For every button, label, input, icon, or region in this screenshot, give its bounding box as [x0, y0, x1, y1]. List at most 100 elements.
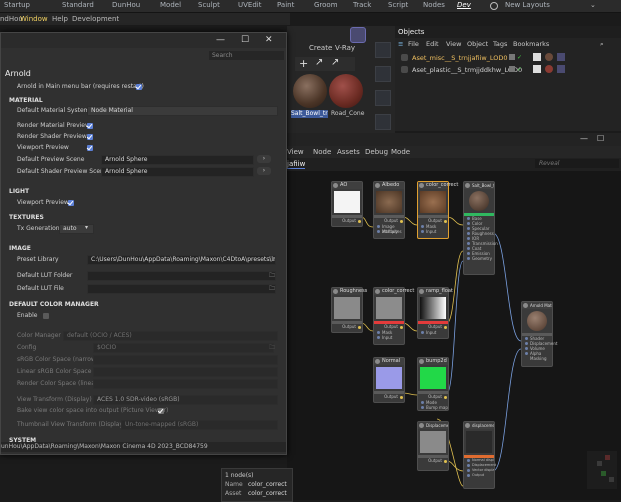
layout-tab[interactable]: Groom: [314, 1, 338, 9]
objects-menu-bookmarks[interactable]: Bookmarks: [513, 40, 549, 48]
node-input[interactable]: Input: [374, 335, 404, 340]
cube-icon[interactable]: [375, 42, 391, 58]
ne-menu-view[interactable]: View: [287, 148, 304, 156]
node-input[interactable]: Input: [418, 330, 448, 335]
node-ramp-float[interactable]: ramp_float Output Input: [417, 287, 453, 339]
chevron-down-icon[interactable]: ⌄: [590, 1, 596, 9]
objects-menu-tags[interactable]: Tags: [493, 40, 507, 48]
node-displacement-image[interactable]: Displacement Output: [417, 421, 449, 471]
layout-tab-active[interactable]: Dev: [457, 1, 471, 9]
objects-tab[interactable]: Objects: [398, 28, 424, 36]
search-input[interactable]: Search: [209, 51, 284, 60]
tx-generation-dropdown[interactable]: auto: [59, 224, 94, 234]
node-input[interactable]: Bump map: [418, 405, 448, 410]
maximize-icon[interactable]: ☐: [241, 35, 249, 45]
object-name[interactable]: Aset_misc__S_trnjjafiiw_LOD0: [412, 54, 508, 62]
node-output[interactable]: Output: [374, 394, 404, 400]
record-icon[interactable]: [350, 27, 366, 43]
layout-tab[interactable]: Track: [353, 1, 371, 9]
ne-menu-mode[interactable]: Mode: [391, 148, 410, 156]
tag-icon[interactable]: [557, 65, 565, 73]
node-standard-surface[interactable]: Salt_Bowl_trnjafiiw Stad... Base Color S…: [463, 181, 498, 275]
menu-icon[interactable]: ≡: [398, 40, 403, 48]
tag-icon[interactable]: [557, 53, 565, 61]
folder-icon[interactable]: 🗀: [269, 343, 278, 351]
preset-library-field[interactable]: C:\Users\DunHou\AppData\Roaming\Maxon\C4…: [87, 255, 276, 265]
menu-item[interactable]: Help: [52, 15, 68, 23]
folder-icon[interactable]: 🗀: [269, 255, 278, 263]
layout-tab[interactable]: Sculpt: [198, 1, 220, 9]
plus-icon[interactable]: +: [299, 57, 308, 70]
ne-menu-node[interactable]: Node: [313, 148, 331, 156]
minimize-icon[interactable]: —: [580, 134, 588, 143]
main-menu-checkbox[interactable]: [136, 84, 142, 90]
layout-tab[interactable]: New Layouts: [505, 1, 550, 9]
linear-srgb-dropdown[interactable]: [93, 367, 278, 377]
cube-icon[interactable]: [375, 90, 391, 106]
layout-tab[interactable]: Startup: [4, 1, 30, 9]
node-input[interactable]: Input: [418, 229, 448, 234]
node-color-correct[interactable]: color_correct Output Mask Input: [373, 287, 414, 345]
shader-preview-scene-button[interactable]: ›: [257, 167, 271, 175]
layout-tab[interactable]: Nodes: [423, 1, 445, 9]
object-name[interactable]: Aset_plastic__S_trmjjddkhw_LOD0: [412, 66, 522, 74]
objects-menu-file[interactable]: File: [408, 40, 419, 48]
material-tag-icon[interactable]: [545, 65, 553, 73]
bake-colorspace-checkbox[interactable]: [158, 408, 164, 414]
create-menu[interactable]: Create: [309, 44, 332, 52]
node-output[interactable]: Output: [332, 324, 362, 330]
visibility-icon[interactable]: [509, 54, 515, 60]
layout-tab[interactable]: Script: [388, 1, 408, 9]
viewport-preview-checkbox[interactable]: [87, 145, 93, 151]
render-shader-previews-checkbox[interactable]: [87, 134, 93, 140]
node-input[interactable]: Alpha Masking: [522, 351, 552, 361]
ne-tab[interactable]: jafiiw: [287, 160, 306, 169]
layout-tab[interactable]: Standard: [62, 1, 94, 9]
menu-item[interactable]: Development: [72, 15, 119, 23]
minimap[interactable]: [587, 451, 617, 489]
cube-icon[interactable]: [375, 66, 391, 82]
check-icon[interactable]: ✓: [517, 54, 522, 61]
node-input[interactable]: Geometry: [464, 256, 494, 261]
node-output[interactable]: Output: [332, 218, 362, 224]
reveal-search[interactable]: Reveal: [535, 159, 619, 168]
light-viewport-preview-checkbox[interactable]: [68, 200, 74, 206]
lut-file-field[interactable]: [87, 284, 276, 294]
objects-menu-view[interactable]: View: [446, 40, 461, 48]
material-thumb-salt-bowl[interactable]: [293, 74, 327, 108]
ne-menu-assets[interactable]: Assets: [337, 148, 360, 156]
material-thumb-road-cone[interactable]: [329, 74, 363, 108]
node-input[interactable]: Multiply: [374, 229, 404, 234]
thumbnail-transform-dropdown[interactable]: Un-tone-mapped (sRGB): [121, 420, 278, 430]
layout-tab[interactable]: UVEdit: [238, 1, 261, 9]
node-arnold-material[interactable]: Arnold Material Shader Displacement Volu…: [521, 301, 558, 367]
view-transform-dropdown[interactable]: ACES 1.0 SDR-video (sRGB): [93, 395, 278, 405]
node-displacement[interactable]: displacement Normal displace... Displace…: [463, 421, 496, 489]
ne-menu-debug[interactable]: Debug: [365, 148, 388, 156]
srgb-narrow-dropdown[interactable]: [93, 355, 278, 365]
folder-icon[interactable]: 🗀: [269, 271, 278, 279]
material-tag-icon[interactable]: [545, 53, 553, 61]
shader-preview-scene-field[interactable]: Arnold Sphere: [101, 167, 254, 177]
arrow-icon[interactable]: ↗: [315, 57, 323, 68]
preview-scene-button[interactable]: ›: [257, 155, 271, 163]
diagonal-arrow-icon[interactable]: ↗: [331, 57, 339, 68]
objects-menu-object[interactable]: Object: [467, 40, 488, 48]
node-roughness[interactable]: Roughness Output: [331, 287, 367, 333]
layout-add-icon[interactable]: [490, 2, 498, 10]
node-albedo[interactable]: Albedo Output Image attributes Multiply: [373, 181, 405, 239]
node-canvas[interactable]: AO Output Albedo Output Image attributes…: [287, 171, 621, 500]
color-manager-dropdown[interactable]: default (OCIO / ACES): [63, 331, 278, 341]
node-color-correct-selected[interactable]: color_correct Output Mask Input: [417, 181, 458, 239]
visibility-icon[interactable]: [509, 66, 515, 72]
check-icon[interactable]: ✓: [517, 66, 522, 73]
lut-folder-field[interactable]: [87, 271, 276, 281]
layout-tab[interactable]: Model: [160, 1, 181, 9]
objects-menu-edit[interactable]: Edit: [426, 40, 439, 48]
layout-tab[interactable]: DunHou: [112, 1, 140, 9]
layout-tab[interactable]: Paint: [277, 1, 294, 9]
vray-menu[interactable]: V-Ray: [335, 44, 355, 52]
node-ao[interactable]: AO Output: [331, 181, 363, 227]
cube-icon[interactable]: [375, 114, 391, 130]
maximize-icon[interactable]: ☐: [597, 134, 604, 143]
